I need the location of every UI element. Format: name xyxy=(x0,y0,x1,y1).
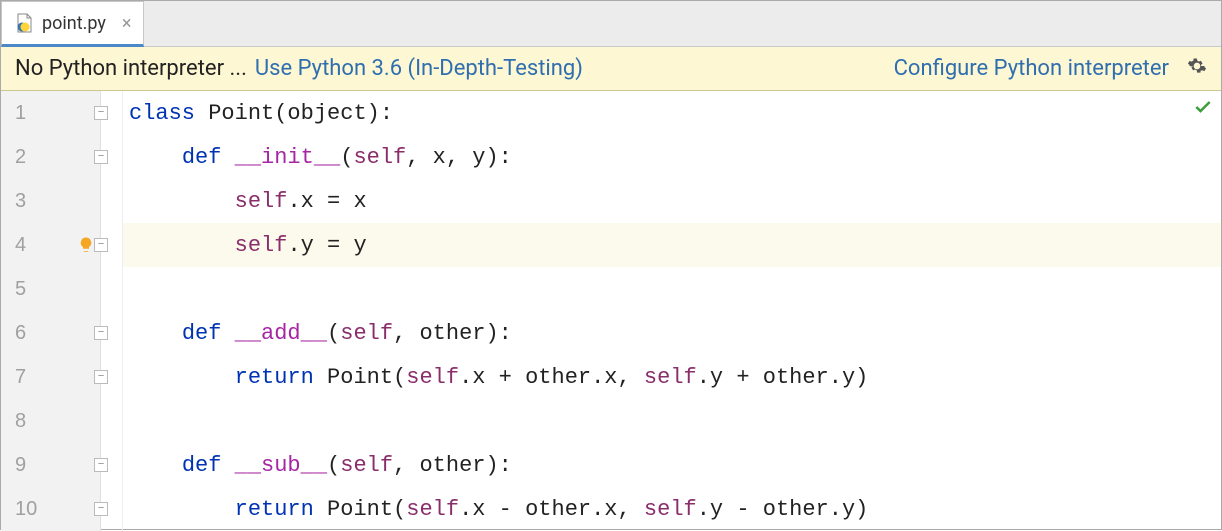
code-token: Point( xyxy=(327,365,406,390)
code-token: .x + other.x, xyxy=(459,365,644,390)
code-line[interactable]: self.y = y xyxy=(123,223,1221,267)
interpreter-warning-banner: No Python interpreter ... Use Python 3.6… xyxy=(1,47,1221,91)
line-number: 2 xyxy=(1,135,100,179)
code-line[interactable]: return Point(self.x + other.x, self.y + … xyxy=(123,355,1221,399)
code-editor[interactable]: 12345678910 −−−−−−− class Point(object):… xyxy=(1,91,1221,531)
code-token: , x, y): xyxy=(406,145,512,170)
code-token: def xyxy=(182,453,235,478)
line-number: 7 xyxy=(1,355,100,399)
code-token: ( xyxy=(327,453,340,478)
line-number: 1 xyxy=(1,91,100,135)
close-tab-icon[interactable]: × xyxy=(122,13,132,34)
inspection-ok-icon[interactable] xyxy=(1193,97,1213,124)
banner-message: No Python interpreter ... xyxy=(15,56,247,81)
line-number-gutter: 12345678910 xyxy=(1,91,101,531)
code-token: return xyxy=(235,365,327,390)
fold-open-icon[interactable]: − xyxy=(94,106,108,120)
fold-open-icon[interactable]: − xyxy=(94,150,108,164)
code-token: ( xyxy=(340,145,353,170)
code-line[interactable]: class Point(object): xyxy=(123,91,1221,135)
fold-column: −−−−−−− xyxy=(101,91,123,531)
fold-open-icon[interactable]: − xyxy=(94,458,108,472)
tab-bar: point.py × xyxy=(1,1,1221,47)
code-token: self xyxy=(340,453,393,478)
code-token: self xyxy=(406,365,459,390)
line-number: 9 xyxy=(1,443,100,487)
line-number: 8 xyxy=(1,399,100,443)
code-token: return xyxy=(235,497,327,522)
fold-close-icon[interactable]: − xyxy=(94,370,108,384)
code-token: self xyxy=(353,145,406,170)
tab-filename: point.py xyxy=(42,13,106,34)
code-token: self xyxy=(644,365,697,390)
use-interpreter-link[interactable]: Use Python 3.6 (In-Depth-Testing) xyxy=(255,56,583,81)
code-token: self xyxy=(406,497,459,522)
code-line[interactable]: self.x = x xyxy=(123,179,1221,223)
code-token: , other): xyxy=(393,453,512,478)
file-tab[interactable]: point.py × xyxy=(1,1,144,47)
intention-bulb-icon[interactable] xyxy=(77,236,95,254)
code-token: .y = y xyxy=(287,233,366,258)
code-token: Point( xyxy=(327,497,406,522)
code-token: , other): xyxy=(393,321,512,346)
code-token: def xyxy=(182,145,235,170)
code-token: ( xyxy=(327,321,340,346)
line-number: 6 xyxy=(1,311,100,355)
code-line[interactable] xyxy=(123,399,1221,443)
code-token: self xyxy=(235,233,288,258)
line-number: 10 xyxy=(1,487,100,531)
code-token: .x - other.x, xyxy=(459,497,644,522)
configure-interpreter-link[interactable]: Configure Python interpreter xyxy=(894,56,1169,81)
gear-icon[interactable] xyxy=(1187,56,1207,82)
code-line[interactable]: return Point(self.x - other.x, self.y - … xyxy=(123,487,1221,531)
code-token: __add__ xyxy=(235,321,327,346)
code-token: class xyxy=(129,101,208,126)
fold-open-icon[interactable]: − xyxy=(94,326,108,340)
code-area[interactable]: class Point(object): def __init__(self, … xyxy=(123,91,1221,531)
code-token: self xyxy=(644,497,697,522)
code-line[interactable]: def __add__(self, other): xyxy=(123,311,1221,355)
code-line[interactable]: def __init__(self, x, y): xyxy=(123,135,1221,179)
code-token: .x = x xyxy=(287,189,366,214)
fold-close-icon[interactable]: − xyxy=(94,502,108,516)
python-file-icon xyxy=(14,13,34,33)
line-number: 5 xyxy=(1,267,100,311)
code-token: self xyxy=(340,321,393,346)
code-line[interactable] xyxy=(123,267,1221,311)
code-token: __sub__ xyxy=(235,453,327,478)
code-token: self xyxy=(235,189,288,214)
line-number: 3 xyxy=(1,179,100,223)
code-token: .y - other.y) xyxy=(697,497,869,522)
code-token: __init__ xyxy=(235,145,341,170)
code-token: Point(object): xyxy=(208,101,393,126)
fold-close-icon[interactable]: − xyxy=(94,238,108,252)
code-token: def xyxy=(182,321,235,346)
code-token: .y + other.y) xyxy=(697,365,869,390)
code-line[interactable]: def __sub__(self, other): xyxy=(123,443,1221,487)
